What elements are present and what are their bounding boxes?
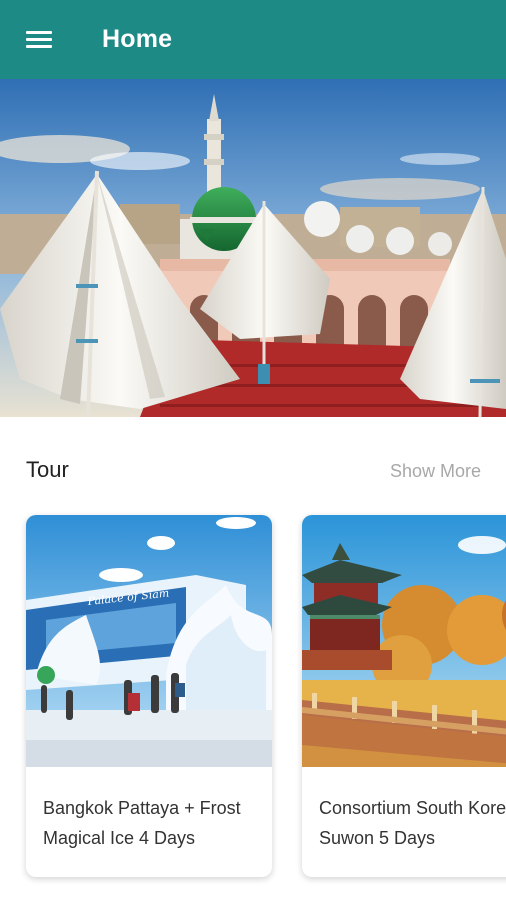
tour-card[interactable]: Consortium South Korea Suwon 5 Days	[302, 515, 506, 877]
app-bar: Home	[0, 0, 506, 79]
hero-banner-image	[0, 79, 506, 417]
tour-carousel[interactable]: Palace of Siam Bangkok Pattaya + Frost M…	[0, 505, 506, 900]
page-title: Home	[102, 25, 173, 53]
hamburger-menu-icon[interactable]	[26, 30, 54, 50]
tour-card-image	[302, 515, 506, 767]
tour-card-title: Bangkok Pattaya + Frost Magical Ice 4 Da…	[43, 798, 241, 848]
tour-card[interactable]: Palace of Siam Bangkok Pattaya + Frost M…	[26, 515, 272, 877]
tour-card-image: Palace of Siam	[26, 515, 272, 767]
show-more-link[interactable]: Show More	[390, 461, 481, 482]
tour-card-title: Consortium South Korea Suwon 5 Days	[319, 798, 506, 848]
tour-section-header: Tour Show More	[0, 445, 506, 495]
section-title: Tour	[26, 457, 69, 482]
